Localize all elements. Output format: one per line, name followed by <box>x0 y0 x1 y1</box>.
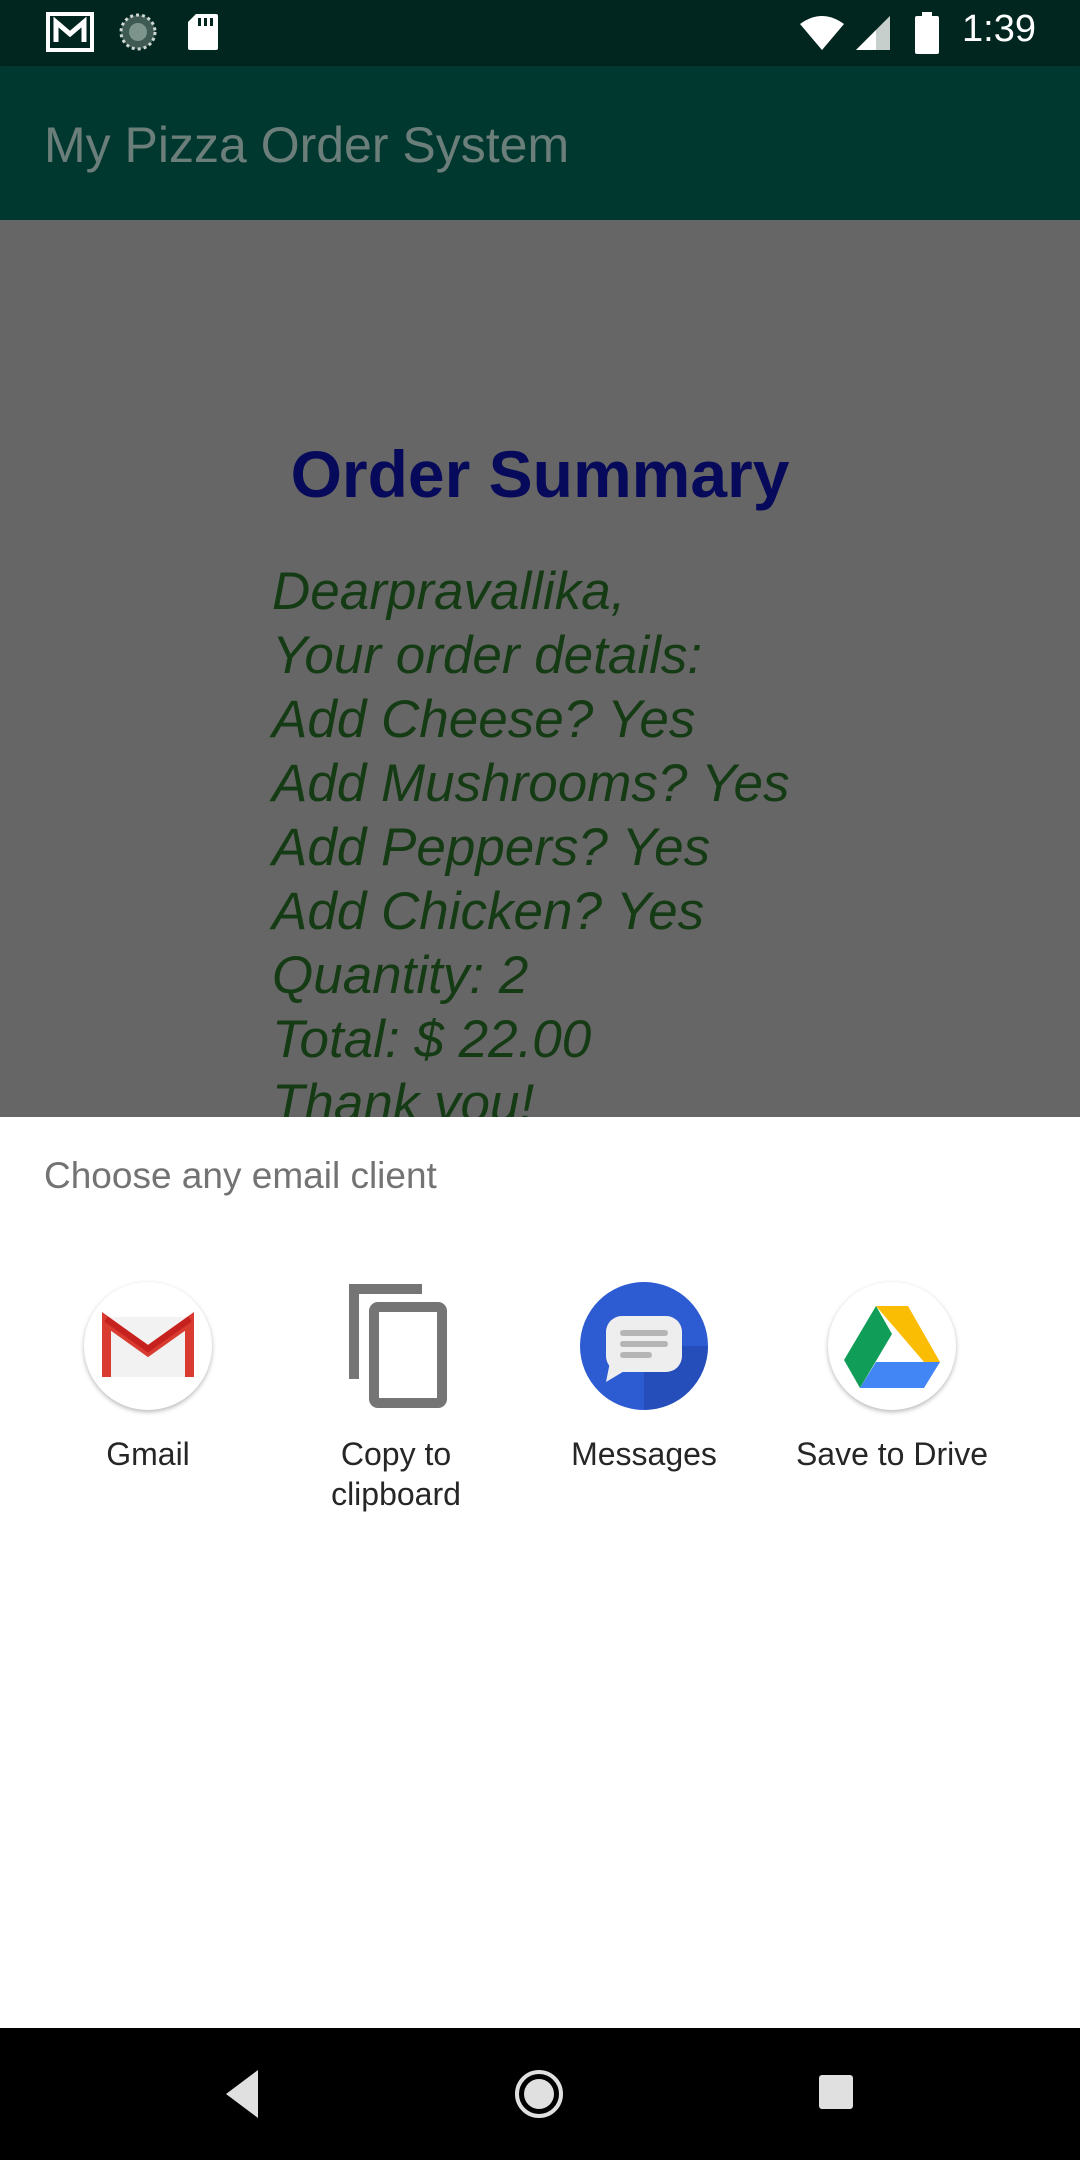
order-summary-title: Order Summary <box>290 437 790 511</box>
gmail-target[interactable]: Gmail <box>24 1282 272 1514</box>
copy-to-clipboard-label: Copy to clipboard <box>331 1436 461 1512</box>
back-icon[interactable] <box>222 2064 262 2129</box>
status-bar: 1:39 <box>0 0 1080 66</box>
save-to-drive-label: Save to Drive <box>795 1436 989 1472</box>
app-title: My Pizza Order System <box>44 117 570 173</box>
status-time: 1:39 <box>962 8 1036 50</box>
messages-icon <box>580 1282 708 1410</box>
summary-greeting: Dearpravallika, <box>272 562 626 621</box>
summary-chicken: Add Chicken? Yes <box>272 882 705 941</box>
summary-quantity: Quantity: 2 <box>272 946 529 1005</box>
gmail-icon <box>84 1282 212 1410</box>
copy-icon <box>332 1282 460 1410</box>
summary-thanks: Thank you! <box>272 1074 535 1117</box>
home-icon[interactable] <box>513 2068 565 2125</box>
sd-card-icon <box>186 12 220 57</box>
messages-target[interactable]: Messages <box>520 1282 768 1514</box>
navigation-bar <box>0 2028 1080 2160</box>
email-chooser-sheet: Choose any email client Gmail Copy to cl… <box>0 1117 1080 2028</box>
gmail-notification-icon <box>46 12 94 57</box>
summary-total: Total: $ 22.00 <box>272 1010 592 1069</box>
copy-to-clipboard-target[interactable]: Copy to clipboard <box>272 1282 520 1514</box>
sync-notification-icon <box>118 12 158 57</box>
drive-icon <box>828 1282 956 1410</box>
chooser-targets: Gmail Copy to clipboard Messages Save to… <box>0 1282 1080 1514</box>
order-summary-text: Dearpravallika, Your order details: Add … <box>272 560 790 1117</box>
battery-icon <box>914 12 940 59</box>
order-summary-panel: Order Summary Dearpravallika, Your order… <box>0 220 1080 1117</box>
save-to-drive-target[interactable]: Save to Drive <box>768 1282 1016 1514</box>
summary-peppers: Add Peppers? Yes <box>272 818 711 877</box>
summary-cheese: Add Cheese? Yes <box>272 690 696 749</box>
chooser-title: Choose any email client <box>44 1155 437 1196</box>
messages-label: Messages <box>571 1436 717 1472</box>
summary-mushrooms: Add Mushrooms? Yes <box>272 754 790 813</box>
cellular-signal-icon <box>854 14 892 57</box>
summary-line: Your order details: <box>272 626 703 685</box>
wifi-icon <box>798 14 846 57</box>
gmail-label: Gmail <box>106 1436 190 1472</box>
app-bar: My Pizza Order System <box>0 66 1080 220</box>
recents-icon[interactable] <box>818 2074 854 2115</box>
screen: 1:39 My Pizza Order System Order Summary… <box>0 0 1080 2160</box>
